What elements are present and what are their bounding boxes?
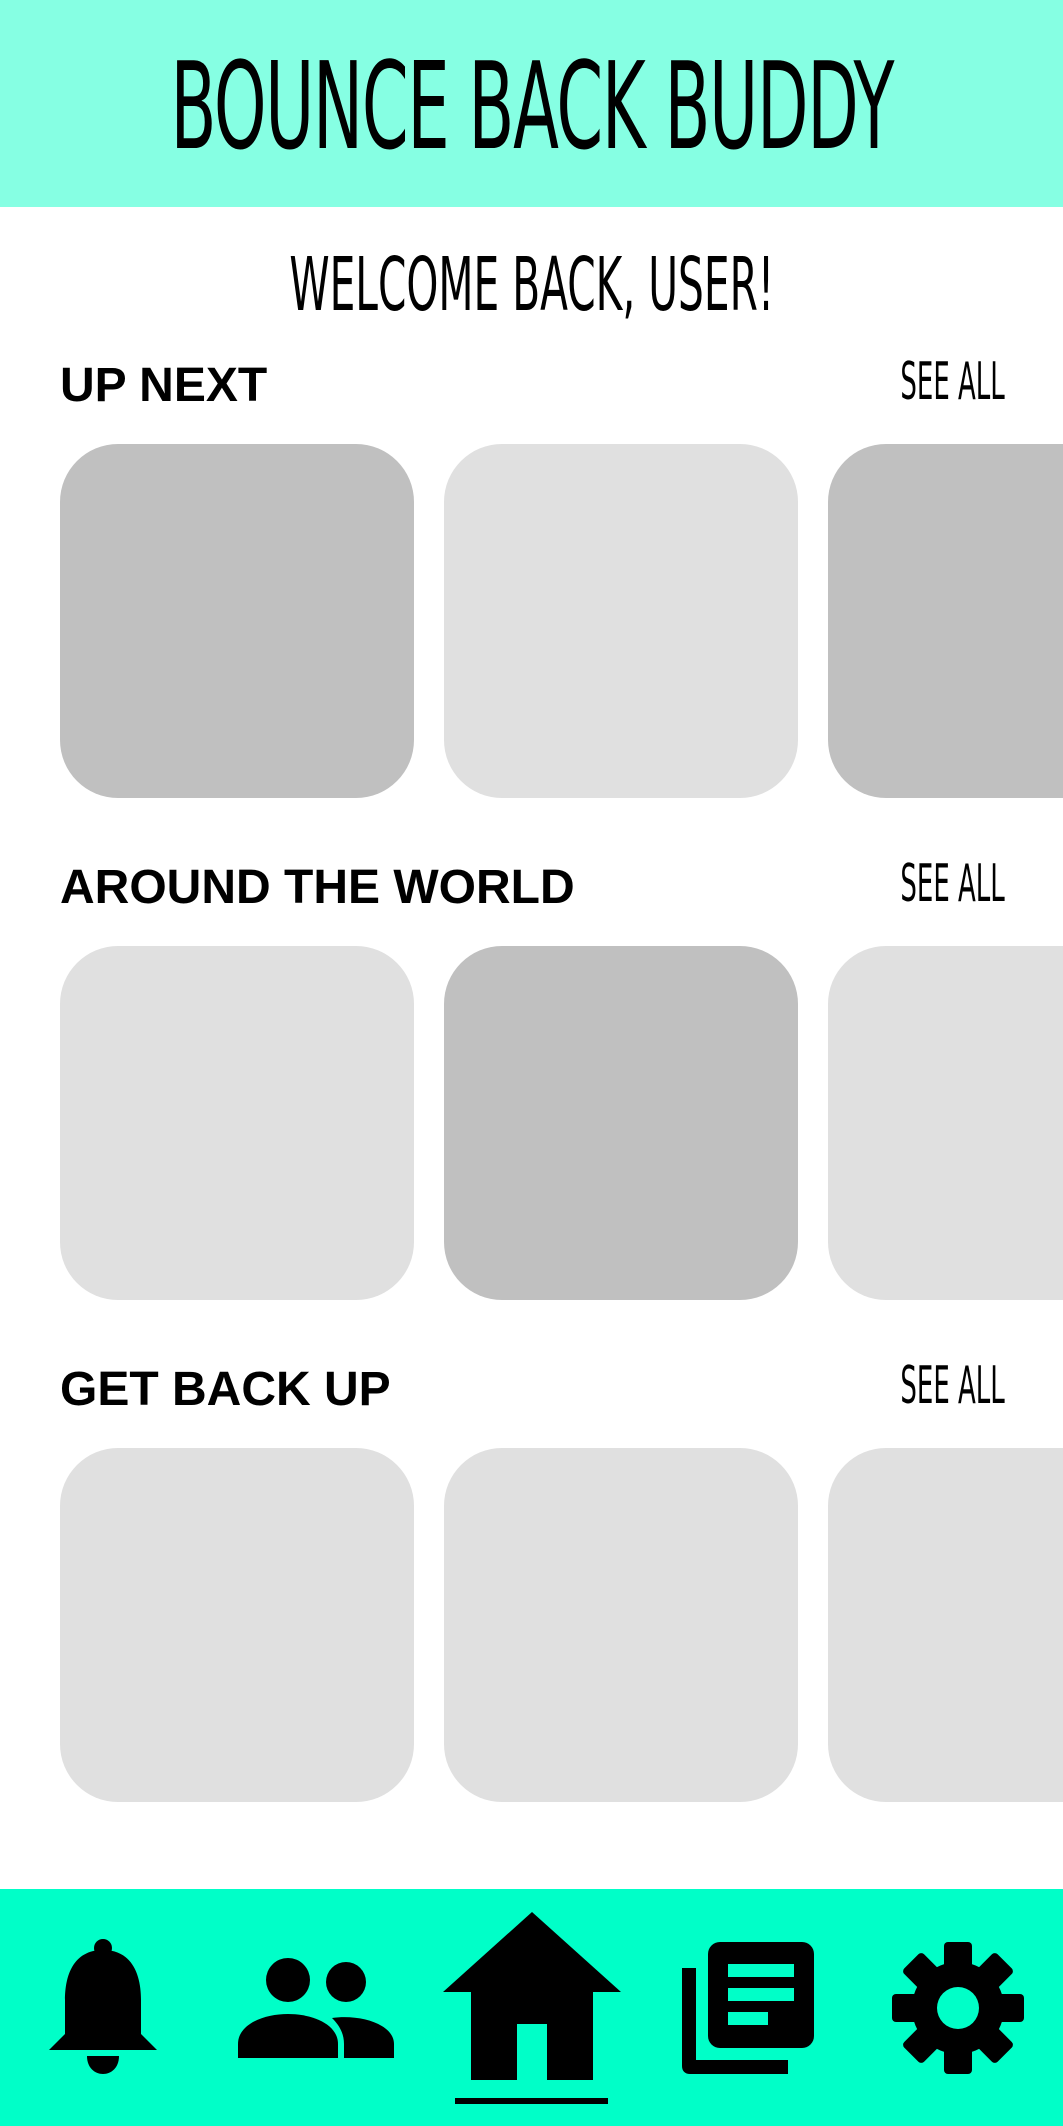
nav-news[interactable] xyxy=(680,1889,816,2126)
app-header: BOUNCE BACK BUDDY xyxy=(0,0,1063,207)
nav-settings[interactable] xyxy=(890,1889,1026,2126)
card-carousel[interactable] xyxy=(0,1448,1063,1802)
content-card[interactable] xyxy=(60,444,414,798)
section-title: UP NEXT xyxy=(60,359,268,412)
content-card[interactable] xyxy=(444,1448,798,1802)
app-title: BOUNCE BACK BUDDY xyxy=(170,37,894,177)
bell-icon xyxy=(49,1938,157,2074)
section-title: GET BACK UP xyxy=(60,1363,391,1416)
card-carousel[interactable] xyxy=(0,946,1063,1300)
nav-community[interactable] xyxy=(236,1889,396,2126)
nav-home[interactable] xyxy=(440,1889,623,2126)
gear-icon xyxy=(892,1941,1024,2074)
people-icon xyxy=(238,1957,394,2058)
news-icon xyxy=(682,1941,814,2074)
content-card[interactable] xyxy=(444,444,798,798)
content-card[interactable] xyxy=(828,444,1063,798)
nav-notifications[interactable] xyxy=(40,1889,166,2126)
bottom-nav xyxy=(0,1889,1063,2126)
see-all-link[interactable]: SEE ALL xyxy=(901,1360,1005,1412)
content-card[interactable] xyxy=(828,946,1063,1300)
content-card[interactable] xyxy=(444,946,798,1300)
welcome-text: WELCOME BACK, USER! xyxy=(289,242,774,328)
see-all-link[interactable]: SEE ALL xyxy=(901,356,1005,408)
content-card[interactable] xyxy=(60,1448,414,1802)
welcome-banner: WELCOME BACK, USER! xyxy=(0,240,1063,330)
section-title: AROUND THE WORLD xyxy=(60,861,575,914)
active-tab-indicator xyxy=(455,2098,608,2104)
home-icon xyxy=(442,1911,621,2080)
content-card[interactable] xyxy=(60,946,414,1300)
card-carousel[interactable] xyxy=(0,444,1063,798)
see-all-link[interactable]: SEE ALL xyxy=(901,858,1005,910)
content-card[interactable] xyxy=(828,1448,1063,1802)
